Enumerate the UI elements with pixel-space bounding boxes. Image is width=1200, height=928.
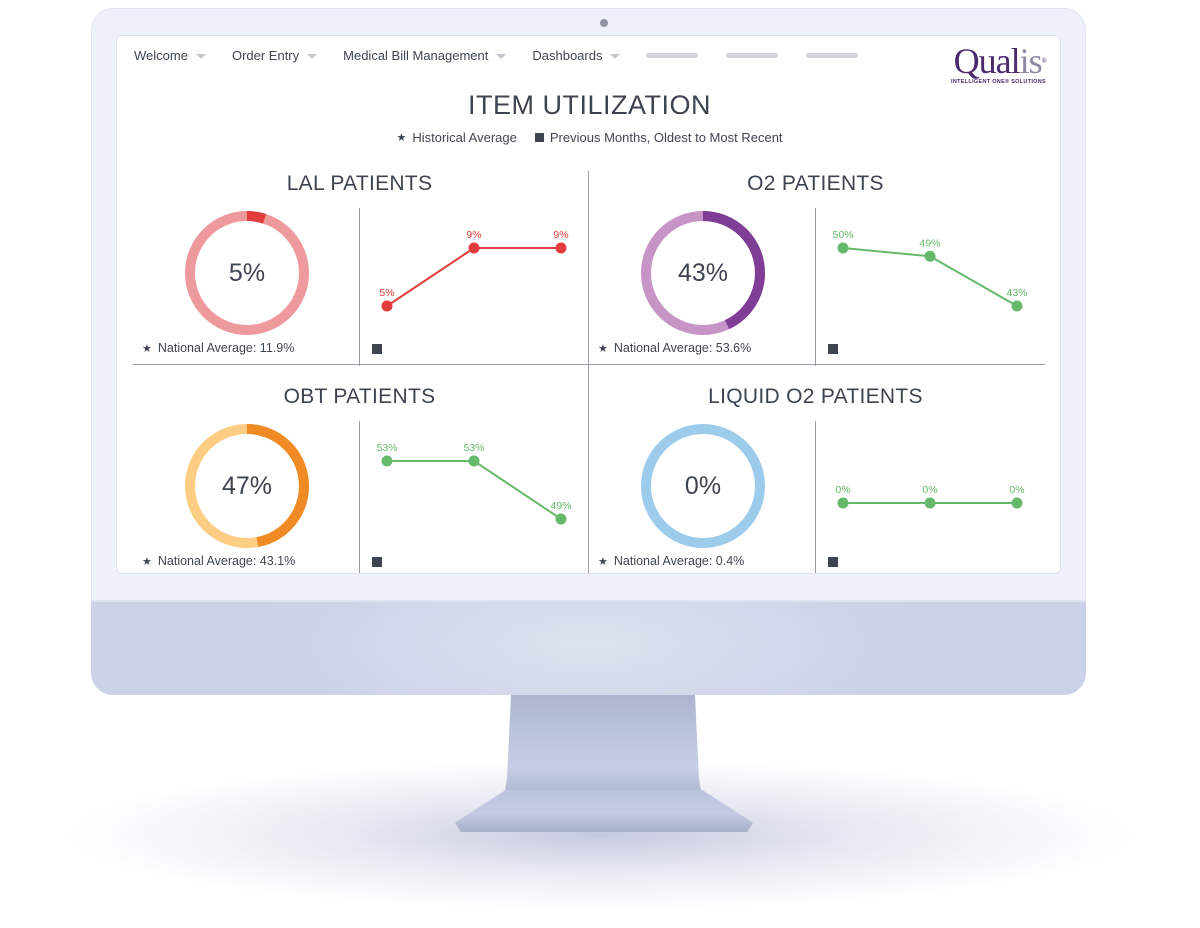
national-average: ★ National Average: 0.4% bbox=[598, 554, 744, 568]
trend-data-point bbox=[837, 242, 849, 254]
trend-data-point bbox=[1011, 300, 1023, 312]
logo-word-main: Qual bbox=[953, 41, 1021, 81]
trend-data-label: 53% bbox=[376, 442, 397, 454]
legend-historical-label: Historical Average bbox=[412, 130, 517, 145]
nav-placeholder-item[interactable] bbox=[646, 52, 699, 58]
trend-data-point bbox=[555, 513, 567, 525]
donut-value: 0% bbox=[684, 471, 722, 500]
panel-title: LAL PATIENTS bbox=[286, 172, 433, 195]
trend-data-label: 0% bbox=[922, 484, 937, 496]
trend-data-point bbox=[468, 242, 480, 254]
trend-series-line bbox=[387, 460, 562, 520]
legend-historical: ★ Historical Average bbox=[396, 130, 516, 145]
chevron-down-icon bbox=[307, 53, 318, 59]
qualis-logo: Qualis® INTELLIGENT ONE® SOLUTIONS bbox=[948, 41, 1047, 85]
square-icon bbox=[534, 133, 544, 142]
trend-data-point bbox=[555, 242, 567, 254]
panel-o2: O2 PATIENTS 43% ★ National Average: 53.6… bbox=[588, 172, 1043, 367]
donut-value: 43% bbox=[677, 258, 729, 287]
monitor-stand-foot bbox=[455, 790, 753, 832]
panel-obt: OBT PATIENTS 47% ★ National Average: 43.… bbox=[132, 385, 587, 573]
nav-order-entry[interactable]: Order Entry bbox=[231, 47, 318, 63]
national-average: ★ National Average: 43.1% bbox=[142, 554, 295, 568]
nav-placeholder-item[interactable] bbox=[806, 52, 859, 58]
logo-tagline: INTELLIGENT ONE® SOLUTIONS bbox=[951, 79, 1046, 85]
national-average-label: National Average: 11.9% bbox=[157, 341, 295, 355]
national-average: ★ National Average: 11.9% bbox=[142, 341, 294, 355]
nav-label: Medical Bill Management bbox=[343, 47, 489, 63]
nav-medical-bill-management[interactable]: Medical Bill Management bbox=[343, 47, 507, 63]
nav-placeholder-item[interactable] bbox=[726, 52, 779, 58]
logo-registered-mark: ® bbox=[1041, 57, 1047, 65]
chevron-down-icon bbox=[496, 53, 507, 59]
legend: ★ Historical Average Previous Months, Ol… bbox=[117, 130, 1060, 145]
trend-data-label: 9% bbox=[466, 229, 481, 241]
nav-label: Dashboards bbox=[532, 47, 603, 63]
trend-data-point bbox=[381, 300, 393, 312]
star-icon: ★ bbox=[396, 132, 407, 144]
panel-title: LIQUID O2 PATIENTS bbox=[708, 385, 923, 408]
chevron-down-icon bbox=[610, 53, 621, 59]
logo-word-tail: is bbox=[1019, 41, 1043, 81]
square-icon bbox=[372, 344, 382, 354]
trend-data-label: 50% bbox=[832, 229, 853, 241]
trend-line-chart: 50% 49% 43% bbox=[832, 229, 1028, 312]
trend-data-label: 5% bbox=[379, 287, 394, 299]
square-icon bbox=[372, 557, 382, 567]
nav-dashboards[interactable]: Dashboards bbox=[532, 47, 621, 63]
top-nav: Welcome Order Entry Medical Bill Managem… bbox=[134, 46, 886, 64]
monitor-chin bbox=[91, 600, 1086, 695]
trend-data-point bbox=[837, 497, 849, 509]
trend-data-label: 49% bbox=[550, 500, 571, 512]
trend-data-point bbox=[1011, 497, 1023, 509]
trend-data-point bbox=[381, 455, 393, 467]
legend-previous-label: Previous Months, Oldest to Most Recent bbox=[549, 130, 783, 145]
star-icon: ★ bbox=[598, 555, 608, 568]
nav-welcome[interactable]: Welcome bbox=[134, 48, 206, 63]
panel-liquid-o2: LIQUID O2 PATIENTS 0% ★ National Average… bbox=[588, 385, 1043, 573]
trend-line-chart: 5% 9% 9% bbox=[379, 229, 569, 312]
panel-lal: LAL PATIENTS 5% ★ National Average: 11.9… bbox=[132, 172, 587, 367]
trend-line-chart: 0% 0% 0% bbox=[835, 484, 1025, 509]
page-title: ITEM UTILIZATION bbox=[468, 90, 711, 120]
star-icon: ★ bbox=[598, 342, 608, 355]
trend-data-label: 0% bbox=[835, 484, 850, 496]
camera-icon bbox=[600, 19, 608, 27]
app-screen: Welcome Order Entry Medical Bill Managem… bbox=[116, 35, 1061, 574]
donut-value: 47% bbox=[221, 471, 273, 500]
panel-title: O2 PATIENTS bbox=[747, 172, 884, 195]
square-icon bbox=[828, 344, 838, 354]
logo-wordmark: Qualis® bbox=[948, 41, 1047, 81]
trend-data-label: 43% bbox=[1006, 287, 1027, 299]
chevron-down-icon bbox=[195, 53, 206, 59]
national-average-label: National Average: 0.4% bbox=[613, 554, 745, 568]
trend-data-point bbox=[468, 455, 480, 467]
trend-data-label: 0% bbox=[1009, 484, 1024, 496]
nav-label: Order Entry bbox=[231, 47, 300, 63]
nav-label: Welcome bbox=[134, 47, 188, 63]
legend-previous: Previous Months, Oldest to Most Recent bbox=[534, 130, 783, 145]
square-icon bbox=[828, 557, 838, 567]
national-average: ★ National Average: 53.6% bbox=[598, 341, 751, 355]
trend-line-chart: 53% 53% 49% bbox=[376, 442, 572, 525]
trend-data-point bbox=[924, 250, 936, 262]
trend-series-line bbox=[386, 247, 561, 307]
national-average-label: National Average: 53.6% bbox=[613, 341, 752, 355]
trend-data-label: 9% bbox=[553, 229, 568, 241]
star-icon: ★ bbox=[142, 555, 152, 568]
national-average-label: National Average: 43.1% bbox=[157, 554, 296, 568]
panel-title: OBT PATIENTS bbox=[283, 385, 436, 408]
trend-data-point bbox=[924, 497, 936, 509]
trend-data-label: 53% bbox=[463, 442, 484, 454]
star-icon: ★ bbox=[142, 342, 152, 355]
trend-data-label: 49% bbox=[919, 237, 940, 249]
donut-value: 5% bbox=[228, 258, 266, 287]
